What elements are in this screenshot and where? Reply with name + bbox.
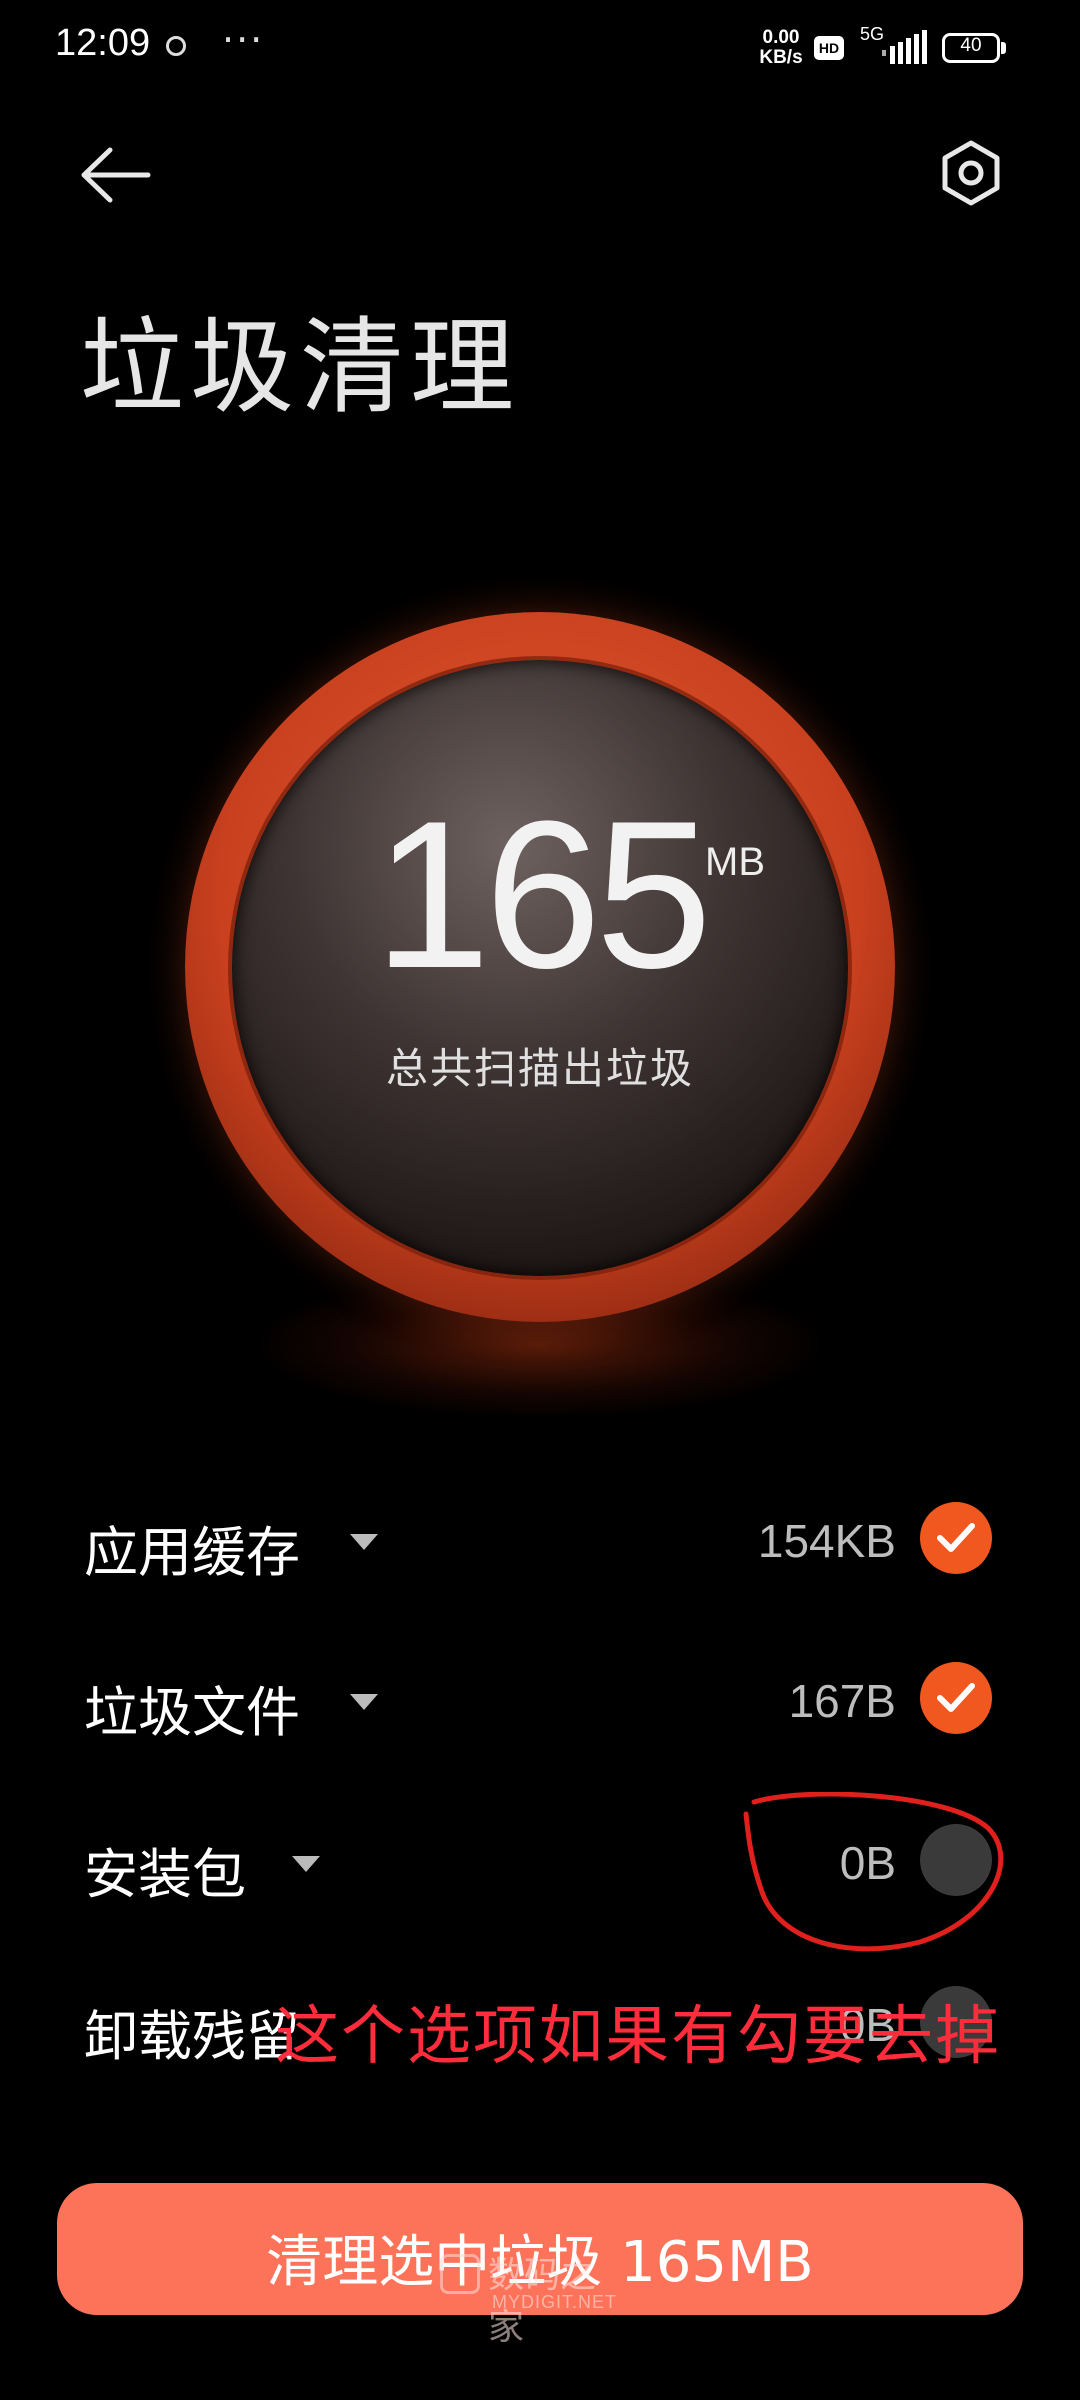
alarm-icon <box>166 36 186 56</box>
total-junk-label: 总共扫描出垃圾 <box>385 1044 694 1093</box>
category-row-app-cache[interactable]: 应用缓存 154KB <box>0 1478 1080 1598</box>
status-time: 12:09 <box>55 22 151 64</box>
total-junk-value: 165 <box>373 777 712 1012</box>
settings-icon[interactable] <box>936 138 1006 208</box>
annotation-circle <box>743 1792 1004 1952</box>
checkbox-checked-icon[interactable] <box>920 1662 992 1734</box>
category-label: 卸载残留 <box>84 2005 300 2068</box>
page-title: 垃圾清理 <box>80 306 521 428</box>
category-label: 安装包 <box>84 1843 246 1906</box>
more-notifications-icon: ··· <box>222 18 265 62</box>
expand-arrow-icon[interactable] <box>350 1534 378 1550</box>
battery-icon: 40 <box>942 33 1006 63</box>
annotation-text: 这个选项如果有勾要去掉 <box>275 2000 1001 2074</box>
watermark-logo-icon <box>440 2254 480 2294</box>
watermark-english: MYDIGIT.NET <box>492 2292 618 2312</box>
category-size: 154KB <box>757 1515 896 1567</box>
signal-strength-icon <box>882 30 927 64</box>
network-speed-unit: KB/s <box>759 47 803 68</box>
hd-badge: HD <box>814 36 844 60</box>
network-speed: 0.00 KB/s <box>752 28 810 68</box>
category-label: 应用缓存 <box>84 1521 300 1584</box>
category-size: 167B <box>788 1675 896 1727</box>
category-label: 垃圾文件 <box>84 1681 300 1744</box>
battery-level: 40 <box>960 35 982 56</box>
watermark: 数码之家 MYDIGIT.NET <box>440 2246 630 2348</box>
back-arrow-icon[interactable] <box>78 140 158 210</box>
category-row-junk-files[interactable]: 垃圾文件 167B <box>0 1638 1080 1758</box>
total-junk-unit: MB <box>705 840 765 884</box>
network-speed-value: 0.00 <box>762 27 800 48</box>
expand-arrow-icon[interactable] <box>350 1694 378 1710</box>
checkbox-checked-icon[interactable] <box>920 1502 992 1574</box>
expand-arrow-icon[interactable] <box>292 1856 320 1872</box>
